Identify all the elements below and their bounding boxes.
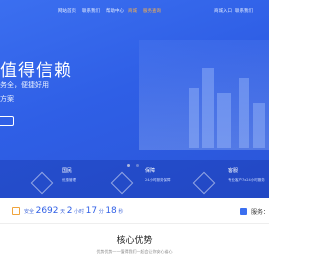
hero-subtitle-1: 务全，便捷好用 xyxy=(0,81,49,89)
building-shape xyxy=(217,93,231,148)
building-shape xyxy=(253,103,265,148)
uptime-minutes-unit: 分 xyxy=(98,209,104,215)
uptime-days-unit: 天 xyxy=(60,209,66,215)
feature-title: 国民 xyxy=(62,168,73,174)
nav-item-home[interactable]: 网站首页 xyxy=(58,8,76,14)
page: 网站首页 联系我们 帮助中心 商城 服务查询 商城入口 联系我们 值得信赖 务全… xyxy=(0,0,269,264)
uptime-prefix: 安全 xyxy=(24,209,35,215)
hero-banner: 网站首页 联系我们 帮助中心 商城 服务查询 商城入口 联系我们 值得信赖 务全… xyxy=(0,0,269,198)
feature-title: 保障 xyxy=(145,168,156,174)
service-icon xyxy=(240,208,247,215)
hero-title: 值得信赖 xyxy=(0,61,72,81)
nav-right-mall[interactable]: 商城入口 xyxy=(214,8,232,14)
service-label[interactable]: 服务： xyxy=(251,207,269,216)
uptime-row: 安全 2692 天 2 小时 17 分 18 秒 服务： xyxy=(0,200,269,224)
feature-desc: 优惠管理 xyxy=(62,178,76,182)
nav-right-contact[interactable]: 联系我们 xyxy=(235,8,253,14)
uptime-minutes: 17 xyxy=(85,206,98,216)
feature-title: 客服 xyxy=(228,168,239,174)
nav-item-help[interactable]: 帮助中心 xyxy=(106,8,124,14)
uptime-hours-unit: 小时 xyxy=(74,209,85,215)
calendar-icon xyxy=(12,207,20,215)
feature-item[interactable]: 保障 24小时服务保障 xyxy=(145,167,170,183)
uptime-counter: 安全 2692 天 2 小时 17 分 18 秒 xyxy=(24,206,123,216)
uptime-seconds-unit: 秒 xyxy=(118,209,124,215)
hero-cta-button[interactable] xyxy=(0,116,14,126)
building-shape xyxy=(202,68,214,148)
feature-desc: 24小时服务保障 xyxy=(145,178,171,182)
feature-desc: 专业客户7x24小时服务 xyxy=(228,178,265,182)
feature-item[interactable]: 国民 优惠管理 xyxy=(62,167,76,183)
section-subtitle: 优势优势——值得我们一起会让你安心省心 xyxy=(96,249,173,254)
feature-item[interactable]: 客服 专业客户7x24小时服务 xyxy=(228,167,265,183)
nav-item-contact[interactable]: 联系我们 xyxy=(82,8,100,14)
building-shape xyxy=(239,78,249,148)
uptime-seconds: 18 xyxy=(105,206,117,216)
section-title: 核心优势 xyxy=(116,236,153,246)
nav-item-mall[interactable]: 商城 xyxy=(128,8,137,14)
top-nav: 网站首页 联系我们 帮助中心 商城 服务查询 商城入口 联系我们 xyxy=(0,8,269,20)
uptime-hours: 2 xyxy=(66,206,73,216)
hero-subtitle-2: 方案 xyxy=(0,95,14,103)
nav-item-service-query[interactable]: 服务查询 xyxy=(143,8,161,14)
uptime-days: 2692 xyxy=(35,206,59,216)
building-shape xyxy=(189,88,199,148)
